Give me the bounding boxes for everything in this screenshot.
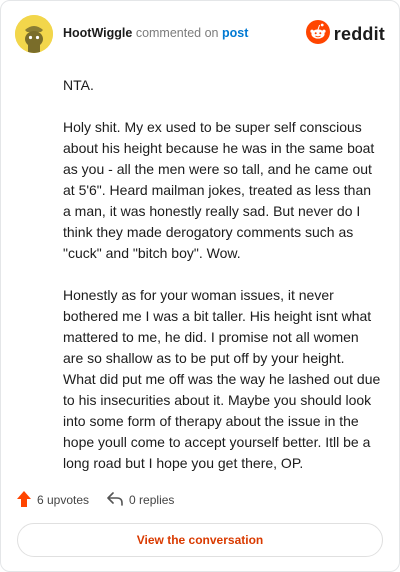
reddit-logo-icon (305, 19, 330, 49)
comment-footer: 6 upvotes 0 replies (17, 489, 192, 511)
reddit-brand[interactable]: reddit (305, 19, 385, 49)
action-text: commented on (135, 26, 219, 40)
view-conversation-button[interactable]: View the conversation (17, 523, 383, 557)
username-link[interactable]: HootWiggle (63, 26, 132, 40)
comment-paragraph: Holy shit. My ex used to be super self c… (63, 119, 375, 261)
upvote-button[interactable]: 6 upvotes (17, 490, 90, 510)
replies-button[interactable]: 0 replies (107, 491, 175, 509)
comment-paragraph: NTA. (63, 77, 94, 93)
comment-body: NTA. Holy shit. My ex used to be super s… (63, 75, 381, 495)
upvote-arrow-icon (17, 490, 37, 510)
snoo-avatar-icon[interactable] (15, 15, 53, 53)
comment-meta: HootWiggle commented on post (63, 26, 248, 40)
reply-arrow-icon (107, 491, 129, 509)
comment-card: HootWiggle commented on post reddit NTA.… (0, 0, 400, 572)
comment-paragraph: Honestly as for your woman issues, it ne… (63, 287, 381, 471)
post-link[interactable]: post (222, 26, 248, 40)
comment-header: HootWiggle commented on post reddit (15, 15, 385, 55)
reddit-wordmark: reddit (333, 23, 385, 44)
upvote-count: 6 upvotes (37, 493, 90, 507)
reply-count: 0 replies (129, 493, 175, 507)
